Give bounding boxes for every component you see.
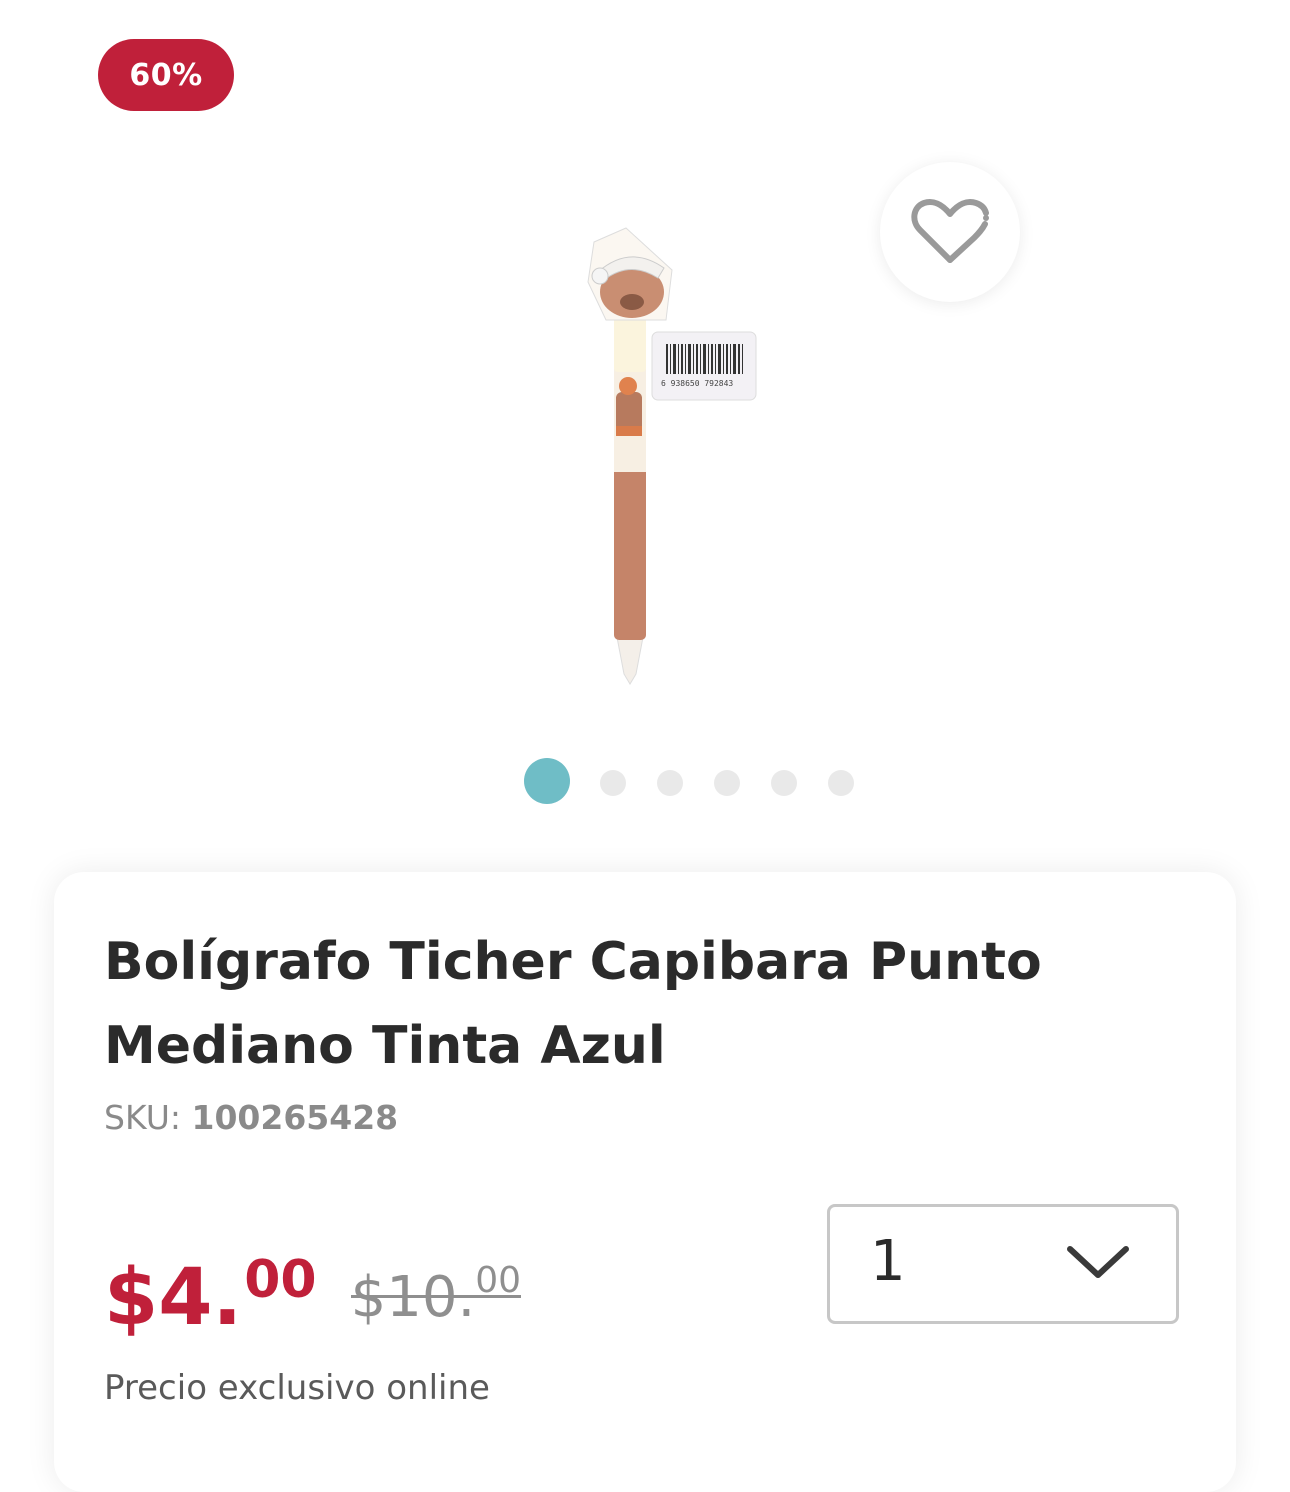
chevron-down-icon — [1067, 1246, 1129, 1278]
pagination-dot-5[interactable] — [771, 770, 797, 796]
price-row: $4. 00 $10. 00 — [104, 1248, 522, 1348]
sku-label: SKU: — [104, 1098, 181, 1137]
pagination-dot-2[interactable] — [600, 770, 626, 796]
current-price-cents: 00 — [244, 1250, 317, 1310]
old-price-main: $10. — [350, 1265, 476, 1330]
pagination-dot-6[interactable] — [828, 770, 854, 796]
current-price-main: $4. — [104, 1253, 243, 1343]
quantity-value: 1 — [870, 1229, 906, 1294]
quantity-select[interactable]: 1 — [827, 1204, 1179, 1324]
barcode-text: 6 938650 792843 — [661, 379, 733, 388]
product-image[interactable]: 6 938650 792843 — [560, 222, 780, 692]
product-title: Bolígrafo Ticher Capibara Punto Mediano … — [104, 932, 1042, 1076]
pagination-dot-3[interactable] — [657, 770, 683, 796]
heart-icon — [911, 199, 989, 263]
product-info-card: Bolígrafo Ticher Capibara Punto Mediano … — [54, 872, 1236, 1492]
sku: SKU: 100265428 — [104, 1098, 398, 1137]
sku-value: 100265428 — [191, 1098, 399, 1137]
image-pagination — [0, 758, 1290, 804]
pagination-dot-4[interactable] — [714, 770, 740, 796]
old-price: $10. 00 — [350, 1258, 522, 1338]
strikethrough-line — [350, 1295, 522, 1298]
pagination-dot-1[interactable] — [524, 758, 570, 804]
discount-badge: 60% — [98, 39, 234, 111]
discount-label: 60% — [129, 57, 203, 93]
exclusive-price-note: Precio exclusivo online — [104, 1368, 490, 1408]
favorite-button[interactable] — [880, 162, 1020, 302]
